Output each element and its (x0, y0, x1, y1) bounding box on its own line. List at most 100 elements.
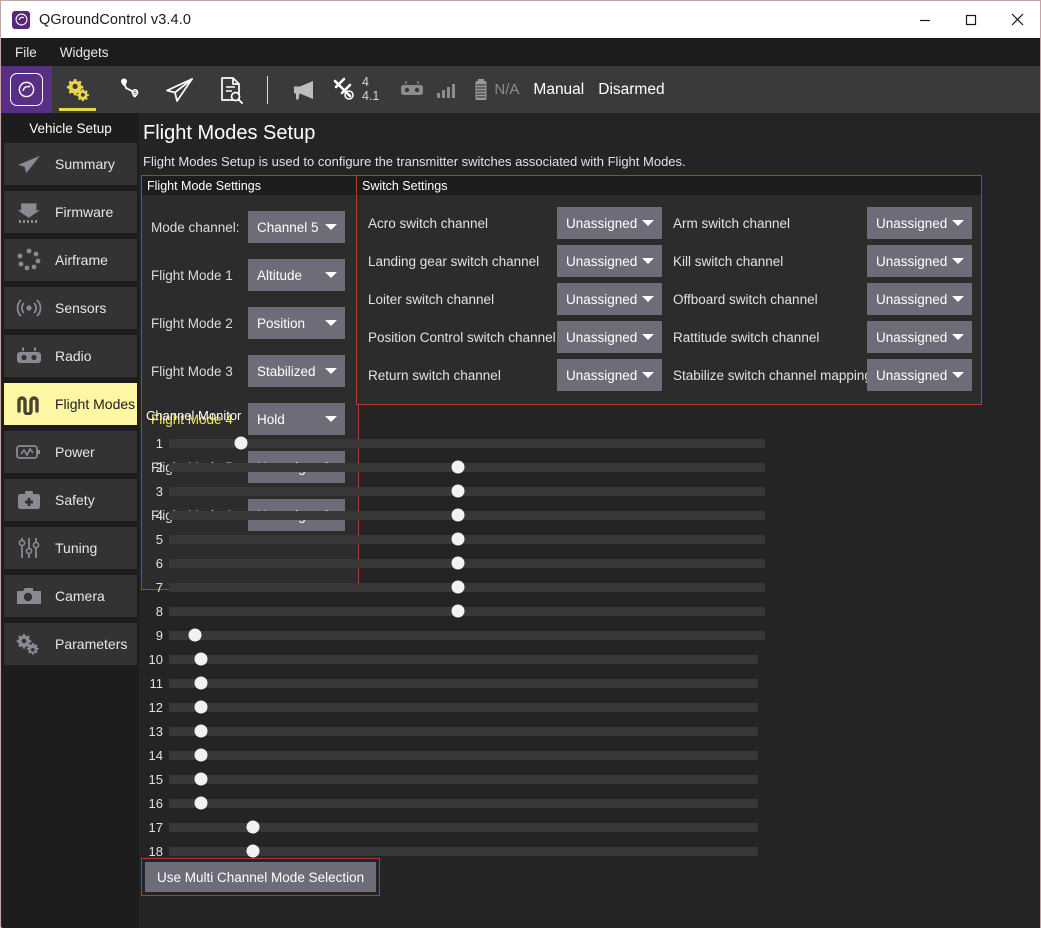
use-multi-channel-mode-selection-button[interactable]: Use Multi Channel Mode Selection (145, 862, 376, 892)
flight-mode-indicator[interactable]: Manual (533, 81, 584, 99)
channel-monitor-row: 9 (141, 623, 982, 647)
channel-number: 6 (141, 556, 169, 571)
channel-number: 13 (141, 724, 169, 739)
battery-status-button[interactable] (473, 78, 489, 102)
channel-monitor-row: 12 (141, 695, 982, 719)
arm-status-indicator[interactable]: Disarmed (598, 81, 664, 99)
switch-channel-select[interactable]: Unassigned (867, 321, 972, 353)
channel-bar (169, 823, 758, 832)
messages-button[interactable] (291, 78, 318, 102)
sidebar-item-power[interactable]: Power (4, 431, 137, 473)
flight-mode-select[interactable]: Channel 5 (248, 211, 345, 243)
chevron-down-icon (952, 296, 964, 302)
camera-icon (14, 582, 44, 610)
switch-channel-select[interactable]: Unassigned (867, 207, 972, 239)
channel-number: 1 (141, 436, 169, 451)
switch-settings-row: Acro switch channelUnassignedArm switch … (357, 208, 981, 238)
switch-channel-label: Loiter switch channel (357, 292, 557, 307)
channel-monitor-row: 13 (141, 719, 982, 743)
channel-number: 9 (141, 628, 169, 643)
chevron-down-icon (642, 334, 654, 340)
menu-item-widgets[interactable]: Widgets (51, 42, 118, 63)
select-value: Position (257, 316, 305, 331)
flight-modes-icon (14, 390, 44, 418)
channel-bar (169, 727, 758, 736)
channel-bar (169, 487, 765, 496)
switch-channel-select[interactable]: Unassigned (557, 207, 662, 239)
select-value: Unassigned (566, 368, 637, 383)
sidebar-item-parameters[interactable]: Parameters (4, 623, 137, 665)
satellite-icon (332, 77, 358, 103)
safety-icon (14, 486, 44, 514)
app-menu-button[interactable] (1, 66, 52, 113)
switch-settings-row: Landing gear switch channelUnassignedKil… (357, 246, 981, 276)
sidebar-item-firmware[interactable]: Firmware (4, 191, 137, 233)
channel-number: 15 (141, 772, 169, 787)
switch-channel-select[interactable]: Unassigned (867, 283, 972, 315)
flight-mode-select[interactable]: Stabilized (248, 355, 345, 387)
switch-channel-select[interactable]: Unassigned (557, 359, 662, 391)
sidebar-item-flight-modes[interactable]: Flight Modes (4, 383, 137, 425)
qgc-logo-icon (12, 11, 30, 29)
battery-value: N/A (494, 81, 519, 98)
channel-monitor-row: 2 (141, 455, 982, 479)
channel-bar (169, 751, 758, 760)
channel-number: 14 (141, 748, 169, 763)
sidebar-item-airframe[interactable]: Airframe (4, 239, 137, 281)
gps-status[interactable]: 4 4.1 (332, 76, 379, 102)
channel-number: 5 (141, 532, 169, 547)
sidebar-item-sensors[interactable]: Sensors (4, 287, 137, 329)
channel-bar (169, 583, 765, 592)
channel-value-indicator (452, 605, 465, 618)
channel-bar (169, 559, 765, 568)
sidebar-item-camera[interactable]: Camera (4, 575, 137, 617)
select-value: Altitude (257, 268, 302, 283)
switch-channel-select[interactable]: Unassigned (557, 321, 662, 353)
fly-button[interactable] (154, 66, 205, 113)
rc-status-button[interactable] (399, 80, 425, 100)
vehicle-setup-button[interactable] (52, 66, 103, 113)
switch-channel-select[interactable]: Unassigned (867, 359, 972, 391)
switch-channel-select[interactable]: Unassigned (867, 245, 972, 277)
switch-channel-select[interactable]: Unassigned (557, 283, 662, 315)
channel-bar (169, 775, 758, 784)
sidebar-item-safety[interactable]: Safety (4, 479, 137, 521)
sidebar-item-radio[interactable]: Radio (4, 335, 137, 377)
telemetry-signal-button[interactable] (435, 80, 457, 100)
sidebar-item-label: Tuning (55, 540, 97, 556)
channel-bar (169, 847, 758, 856)
paper-plane-icon (14, 150, 44, 178)
plan-route-icon: B (115, 76, 143, 104)
toolbar-divider (267, 76, 268, 104)
flight-mode-select[interactable]: Altitude (248, 259, 345, 291)
analyze-button[interactable] (205, 66, 256, 113)
sidebar-item-tuning[interactable]: Tuning (4, 527, 137, 569)
multi-channel-button-frame: Use Multi Channel Mode Selection (141, 858, 380, 896)
menu-item-file[interactable]: File (6, 42, 46, 63)
channel-number: 7 (141, 580, 169, 595)
qgc-logo-icon (10, 73, 43, 106)
maximize-button[interactable] (948, 1, 994, 38)
page-subtitle: Flight Modes Setup is used to configure … (143, 154, 686, 169)
select-value: Unassigned (876, 292, 947, 307)
chevron-down-icon (642, 372, 654, 378)
flight-mode-row: Mode channel:Channel 5 (142, 211, 358, 243)
minimize-button[interactable] (902, 1, 948, 38)
channel-number: 17 (141, 820, 169, 835)
switch-channel-select[interactable]: Unassigned (557, 245, 662, 277)
channel-number: 8 (141, 604, 169, 619)
plan-button[interactable]: B (103, 66, 154, 113)
channel-monitor-row: 1 (141, 431, 982, 455)
channel-number: 11 (141, 676, 169, 691)
flight-mode-label: Flight Mode 2 (142, 316, 248, 331)
flight-mode-select[interactable]: Position (248, 307, 345, 339)
channel-monitor-rows: 123456789101112131415161718 (141, 431, 982, 863)
sidebar-item-summary[interactable]: Summary (4, 143, 137, 185)
chevron-down-icon (952, 372, 964, 378)
channel-value-indicator (452, 557, 465, 570)
channel-value-indicator (246, 821, 259, 834)
switch-channel-label: Return switch channel (357, 368, 557, 383)
select-value: Unassigned (566, 292, 637, 307)
close-button[interactable] (994, 1, 1040, 38)
switch-channel-label: Kill switch channel (662, 254, 867, 269)
